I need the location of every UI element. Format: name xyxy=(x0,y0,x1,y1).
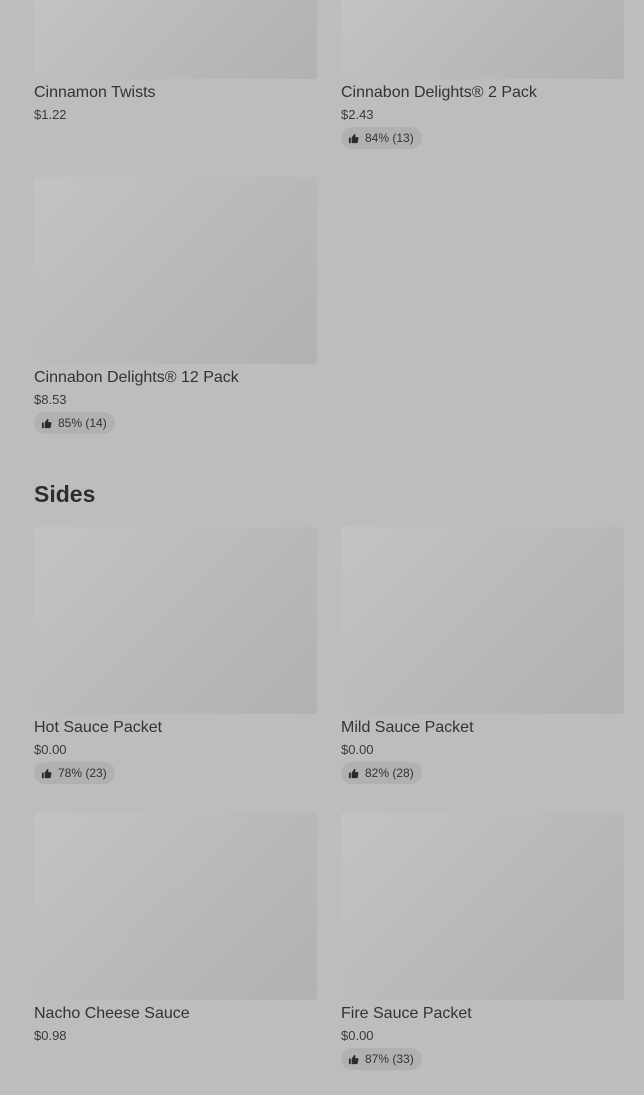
item-image[interactable] xyxy=(34,813,317,1000)
thumbs-up-icon xyxy=(41,768,52,779)
item-name: Cinnabon Delights® 2 Pack xyxy=(341,84,537,101)
menu-item-card[interactable]: Cinnamon Twists $1.22 xyxy=(34,0,317,122)
menu-item-card[interactable]: Cinnabon Delights® 2 Pack $2.43 84% (13) xyxy=(341,0,624,149)
menu-item-card[interactable]: Fire Sauce Packet $0.00 87% (33) xyxy=(341,813,624,1070)
rating-badge: 84% (13) xyxy=(341,127,422,149)
thumbs-up-icon xyxy=(41,418,52,429)
item-price: $0.98 xyxy=(34,1028,67,1043)
item-name: Cinnabon Delights® 12 Pack xyxy=(34,369,239,386)
item-name: Hot Sauce Packet xyxy=(34,719,163,736)
item-price: $2.43 xyxy=(341,107,374,122)
item-image[interactable] xyxy=(34,177,317,364)
item-price: $8.53 xyxy=(34,392,67,407)
item-image[interactable] xyxy=(341,813,624,1000)
rating-badge: 85% (14) xyxy=(34,412,115,434)
item-price: $0.00 xyxy=(341,742,374,757)
rating-text: 82% (28) xyxy=(365,766,414,780)
menu-item-card[interactable]: Hot Sauce Packet $0.00 78% (23) xyxy=(34,527,317,784)
rating-text: 85% (14) xyxy=(58,416,107,430)
item-name: Fire Sauce Packet xyxy=(341,1005,472,1022)
item-image[interactable] xyxy=(341,527,624,714)
item-price: $0.00 xyxy=(341,1028,374,1043)
rating-badge: 82% (28) xyxy=(341,762,422,784)
menu-item-card[interactable]: Mild Sauce Packet $0.00 82% (28) xyxy=(341,527,624,784)
menu-item-card[interactable]: Cinnabon Delights® 12 Pack $8.53 85% (14… xyxy=(34,177,317,434)
menu-page: Cinnamon Twists $1.22 Cinnabon Delights®… xyxy=(0,0,644,1095)
thumbs-up-icon xyxy=(348,768,359,779)
item-price: $1.22 xyxy=(34,107,67,122)
item-name: Mild Sauce Packet xyxy=(341,719,474,736)
item-price: $0.00 xyxy=(34,742,67,757)
thumbs-up-icon xyxy=(348,1054,359,1065)
item-name: Cinnamon Twists xyxy=(34,84,156,101)
rating-text: 78% (23) xyxy=(58,766,107,780)
item-image[interactable] xyxy=(34,527,317,714)
rating-badge: 78% (23) xyxy=(34,762,115,784)
section-title-sides: Sides xyxy=(34,481,96,507)
item-image[interactable] xyxy=(341,0,624,79)
item-image[interactable] xyxy=(34,0,317,79)
thumbs-up-icon xyxy=(348,133,359,144)
rating-text: 87% (33) xyxy=(365,1052,414,1066)
menu-item-card[interactable]: Nacho Cheese Sauce $0.98 xyxy=(34,813,317,1043)
item-name: Nacho Cheese Sauce xyxy=(34,1005,190,1022)
rating-badge: 87% (33) xyxy=(341,1048,422,1070)
rating-text: 84% (13) xyxy=(365,131,414,145)
